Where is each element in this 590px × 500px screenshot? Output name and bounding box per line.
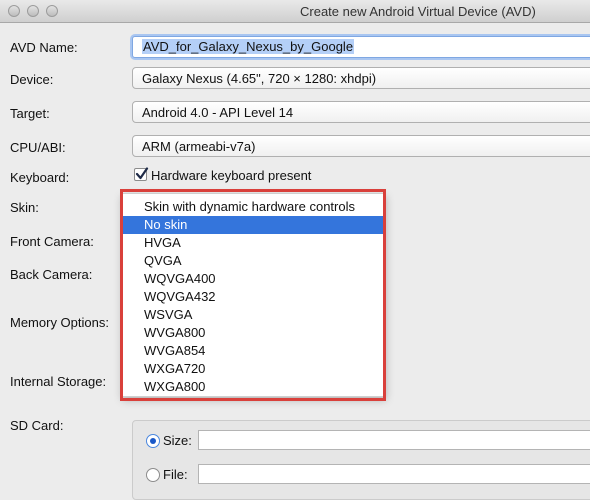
target-select[interactable]: Android 4.0 - API Level 14 <box>132 101 590 123</box>
zoom-window-button[interactable] <box>46 5 58 17</box>
hardware-keyboard-label: Hardware keyboard present <box>151 168 312 183</box>
sd-card-label: SD Card: <box>10 418 64 433</box>
skin-option-selected[interactable]: No skin <box>123 216 385 234</box>
checkmark-icon <box>135 167 149 180</box>
memory-options-label: Memory Options: <box>10 315 109 330</box>
avd-name-value: AVD_for_Galaxy_Nexus_by_Google <box>142 39 355 54</box>
skin-option[interactable]: WSVGA <box>123 306 385 324</box>
skin-option[interactable]: WVGA800 <box>123 324 385 342</box>
device-select[interactable]: Galaxy Nexus (4.65", 720 × 1280: xhdpi) <box>132 67 590 89</box>
skin-option[interactable]: WQVGA400 <box>123 270 385 288</box>
minimize-window-button[interactable] <box>27 5 39 17</box>
skin-dropdown-menu: Skin with dynamic hardware controls No s… <box>122 193 386 397</box>
sd-file-label: File: <box>163 467 188 482</box>
internal-storage-label: Internal Storage: <box>10 374 107 389</box>
skin-option[interactable]: HVGA <box>123 234 385 252</box>
skin-option[interactable]: WVGA854 <box>123 342 385 360</box>
skin-label: Skin: <box>10 200 39 215</box>
window-title: Create new Android Virtual Device (AVD) <box>300 4 536 19</box>
back-camera-label: Back Camera: <box>10 267 93 282</box>
skin-option[interactable]: Skin with dynamic hardware controls <box>123 198 385 216</box>
device-label: Device: <box>10 72 54 87</box>
skin-option[interactable]: WXGA800 <box>123 378 385 395</box>
front-camera-label: Front Camera: <box>10 234 94 249</box>
avd-name-input[interactable]: AVD_for_Galaxy_Nexus_by_Google <box>132 36 590 58</box>
sd-file-radio[interactable] <box>146 468 160 482</box>
avd-name-label: AVD Name: <box>10 40 78 55</box>
cpu-abi-label: CPU/ABI: <box>10 140 66 155</box>
target-label: Target: <box>10 106 50 121</box>
skin-option[interactable]: QVGA <box>123 252 385 270</box>
sd-size-label: Size: <box>163 433 192 448</box>
cpu-abi-select[interactable]: ARM (armeabi-v7a) <box>132 135 590 157</box>
sd-file-input[interactable] <box>198 464 590 484</box>
skin-option[interactable]: WQVGA432 <box>123 288 385 306</box>
skin-option[interactable]: WXGA720 <box>123 360 385 378</box>
sd-size-radio[interactable] <box>146 434 160 448</box>
hardware-keyboard-checkbox[interactable] <box>134 167 149 181</box>
close-window-button[interactable] <box>8 5 20 17</box>
sd-size-input[interactable] <box>198 430 590 450</box>
window-titlebar: Create new Android Virtual Device (AVD) <box>0 0 590 23</box>
keyboard-label: Keyboard: <box>10 170 70 185</box>
